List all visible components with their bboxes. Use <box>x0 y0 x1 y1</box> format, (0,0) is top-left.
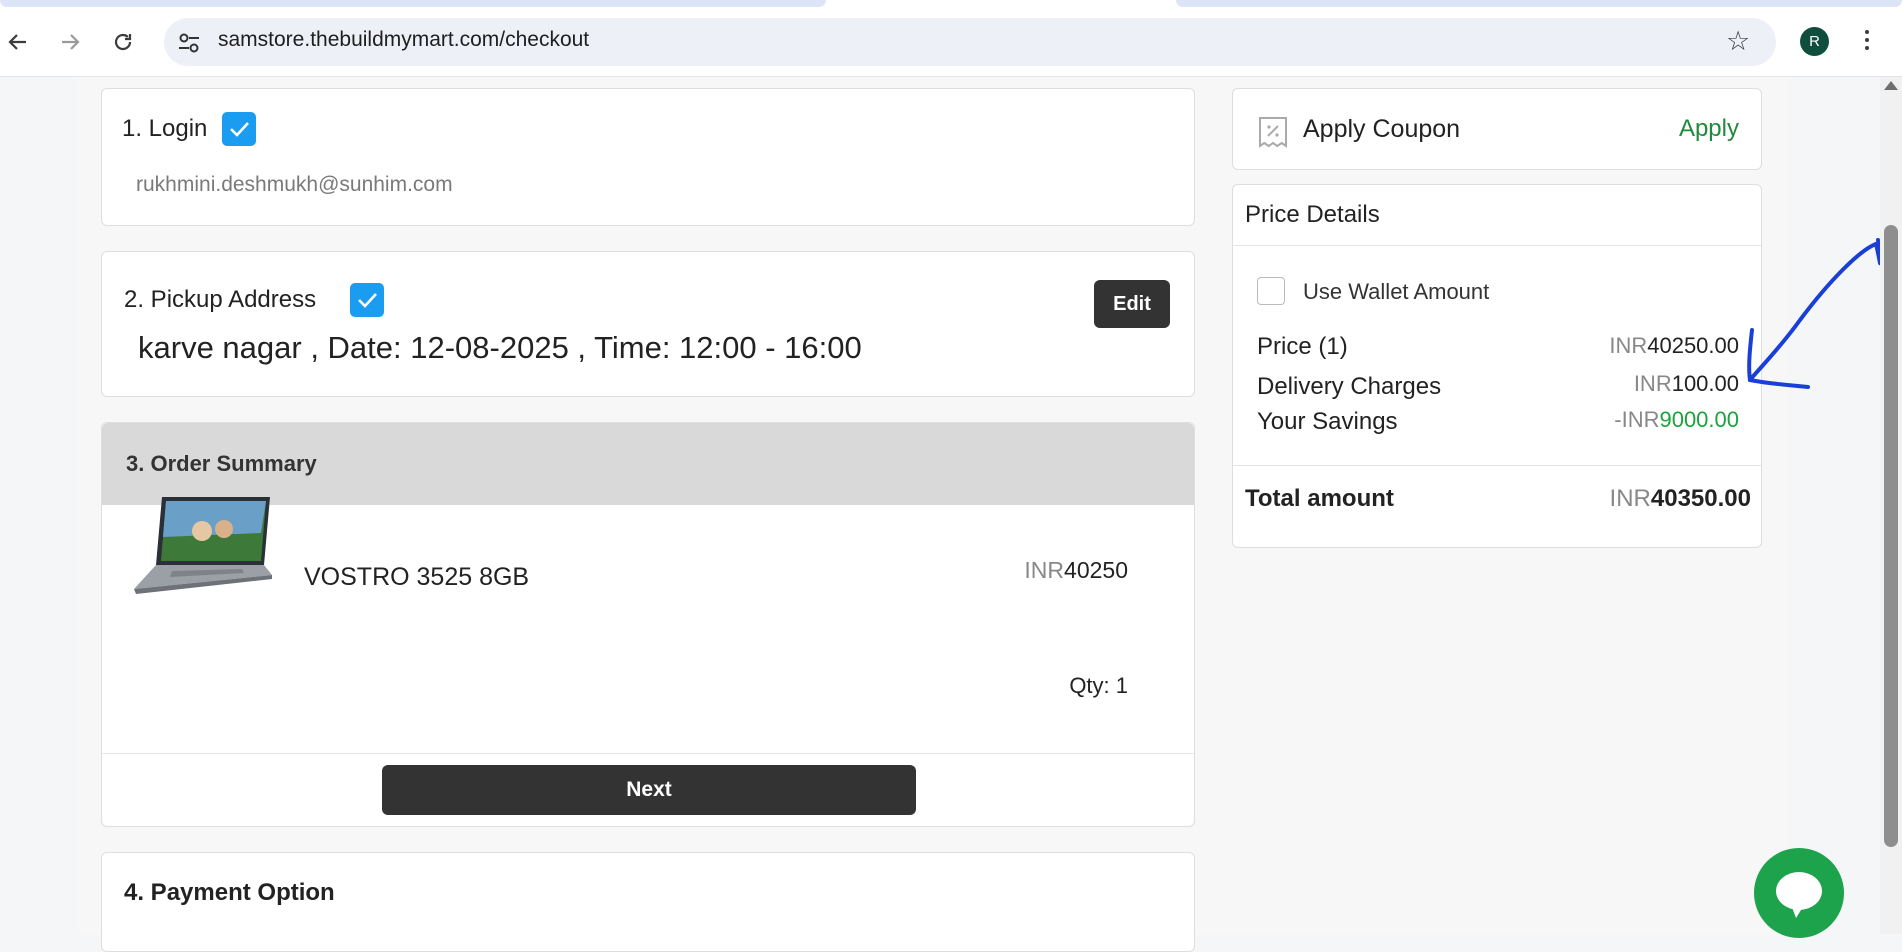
divider <box>1233 465 1761 466</box>
product-price: INR40250 <box>1024 557 1128 584</box>
chat-widget-button[interactable] <box>1754 848 1844 938</box>
kebab-menu-icon[interactable] <box>1862 27 1872 57</box>
price-currency: INR <box>1609 333 1648 358</box>
back-icon[interactable] <box>0 24 36 60</box>
login-title: 1. Login <box>122 115 208 142</box>
order-summary-section: 3. Order Summary VOSTRO 3525 8GB INR4025… <box>101 422 1195 827</box>
product-price-currency: INR <box>1024 557 1065 583</box>
login-section: 1. Login rukhmini.deshmukh@sunhim.com <box>101 88 1195 226</box>
delivery-label: Delivery Charges <box>1257 373 1442 400</box>
savings-label: Your Savings <box>1257 408 1398 435</box>
coupon-section: Apply Coupon Apply <box>1232 88 1762 170</box>
wallet-label[interactable]: Use Wallet Amount <box>1303 279 1489 305</box>
product-price-value: 40250 <box>1064 557 1128 583</box>
payment-option-section[interactable]: 4. Payment Option <box>101 852 1195 952</box>
page-scrollbar[interactable] <box>1880 77 1902 934</box>
tab-strip <box>0 0 1902 7</box>
forward-icon[interactable] <box>52 24 88 60</box>
pickup-address: karve nagar , Date: 12-08-2025 , Time: 1… <box>138 330 862 365</box>
product-qty: Qty: 1 <box>1069 673 1128 698</box>
browser-toolbar: samstore.thebuildmymart.com/checkout ☆ R <box>0 0 1902 77</box>
next-button[interactable]: Next <box>382 765 916 815</box>
divider <box>1233 245 1761 246</box>
laptop-product-image <box>132 493 272 601</box>
total-label: Total amount <box>1245 485 1394 512</box>
total-value: INR40350.00 <box>1610 485 1751 513</box>
coupon-icon <box>1257 115 1289 149</box>
delivery-currency: INR <box>1633 371 1672 396</box>
total-currency: INR <box>1609 485 1651 512</box>
order-summary-title: 3. Order Summary <box>126 451 317 476</box>
annotation-arrow-icon <box>1747 238 1883 389</box>
price-details-title: Price Details <box>1245 201 1380 228</box>
apply-coupon-link[interactable]: Apply <box>1679 115 1739 143</box>
bookmark-star-icon[interactable]: ☆ <box>1726 26 1750 57</box>
checkout-page: 1. Login rukhmini.deshmukh@sunhim.com 2.… <box>78 77 1786 952</box>
savings-value: -INR9000.00 <box>1614 407 1739 433</box>
price-details-section: Price Details Use Wallet Amount Price (1… <box>1232 184 1762 548</box>
price-label: Price (1) <box>1257 333 1348 360</box>
price-value: INR40250.00 <box>1609 333 1739 359</box>
url-text[interactable]: samstore.thebuildmymart.com/checkout <box>218 28 589 52</box>
reload-icon[interactable] <box>105 24 141 60</box>
login-email: rukhmini.deshmukh@sunhim.com <box>136 173 453 196</box>
tab-inactive[interactable] <box>1176 0 1902 7</box>
divider <box>102 753 1194 754</box>
scrollbar-thumb[interactable] <box>1884 225 1898 847</box>
savings-currency: -INR <box>1614 407 1660 432</box>
wallet-checkbox[interactable] <box>1257 277 1285 305</box>
savings-amount: 9000.00 <box>1659 407 1739 432</box>
price-amount: 40250.00 <box>1647 333 1739 358</box>
delivery-value: INR100.00 <box>1634 371 1739 397</box>
total-amount: 40350.00 <box>1650 485 1751 512</box>
scroll-up-icon[interactable] <box>1884 81 1898 90</box>
payment-title: 4. Payment Option <box>124 879 335 906</box>
product-name[interactable]: VOSTRO 3525 8GB <box>304 563 529 592</box>
login-check-icon <box>222 112 256 146</box>
profile-avatar[interactable]: R <box>1800 27 1829 56</box>
pickup-check-icon <box>350 283 384 317</box>
pickup-section: 2. Pickup Address Edit karve nagar , Dat… <box>101 251 1195 397</box>
tab-inactive[interactable] <box>0 0 826 7</box>
delivery-amount: 100.00 <box>1671 371 1739 396</box>
site-settings-icon[interactable] <box>176 30 202 56</box>
coupon-title: Apply Coupon <box>1303 115 1461 143</box>
pickup-title: 2. Pickup Address <box>124 286 317 313</box>
edit-button[interactable]: Edit <box>1094 280 1170 328</box>
